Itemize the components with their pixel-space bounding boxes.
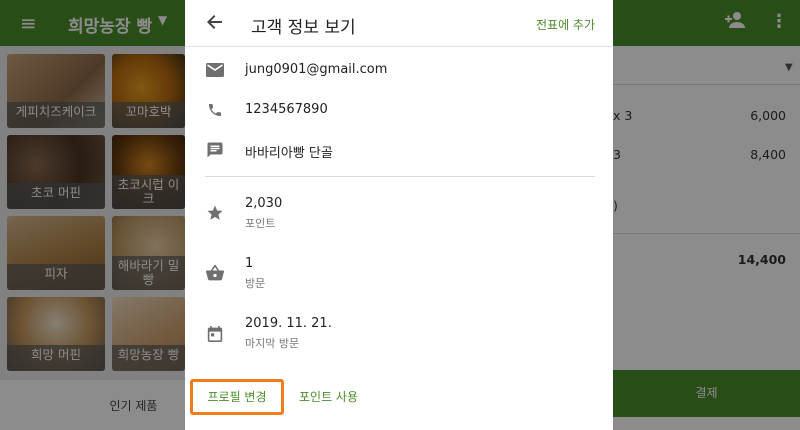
message-icon [205,140,225,160]
phone-icon [205,100,225,120]
dialog-title: 고객 정보 보기 [251,18,356,38]
arrow-back-icon[interactable] [205,12,225,32]
customer-info-dialog: 고객 정보 보기 전표에 추가 jung0901@gmail.com 12345… [185,0,613,430]
calendar-icon [205,324,225,344]
change-profile-button[interactable]: 프로필 변경 [190,379,284,415]
visits-value: 1 [245,256,254,271]
dialog-actions: 프로필 변경 포인트 사용 [185,370,613,430]
shopping-basket-icon [205,263,225,283]
customer-phone: 1234567890 [245,102,328,117]
divider [205,176,595,177]
add-to-slip-button[interactable]: 전표에 추가 [536,16,595,33]
use-points-button[interactable]: 포인트 사용 [299,388,358,405]
points-value: 2,030 [245,196,283,211]
last-visit-value: 2019. 11. 21. [245,316,332,331]
star-icon [205,203,225,223]
last-visit-label: 마지막 방문 [245,337,300,350]
customer-email: jung0901@gmail.com [245,62,388,77]
points-label: 포인트 [245,217,276,230]
customer-memo: 바바리아빵 단골 [245,146,333,161]
visits-label: 방문 [245,277,266,290]
dialog-header: 고객 정보 보기 전표에 추가 [185,0,613,47]
email-icon [205,60,225,80]
